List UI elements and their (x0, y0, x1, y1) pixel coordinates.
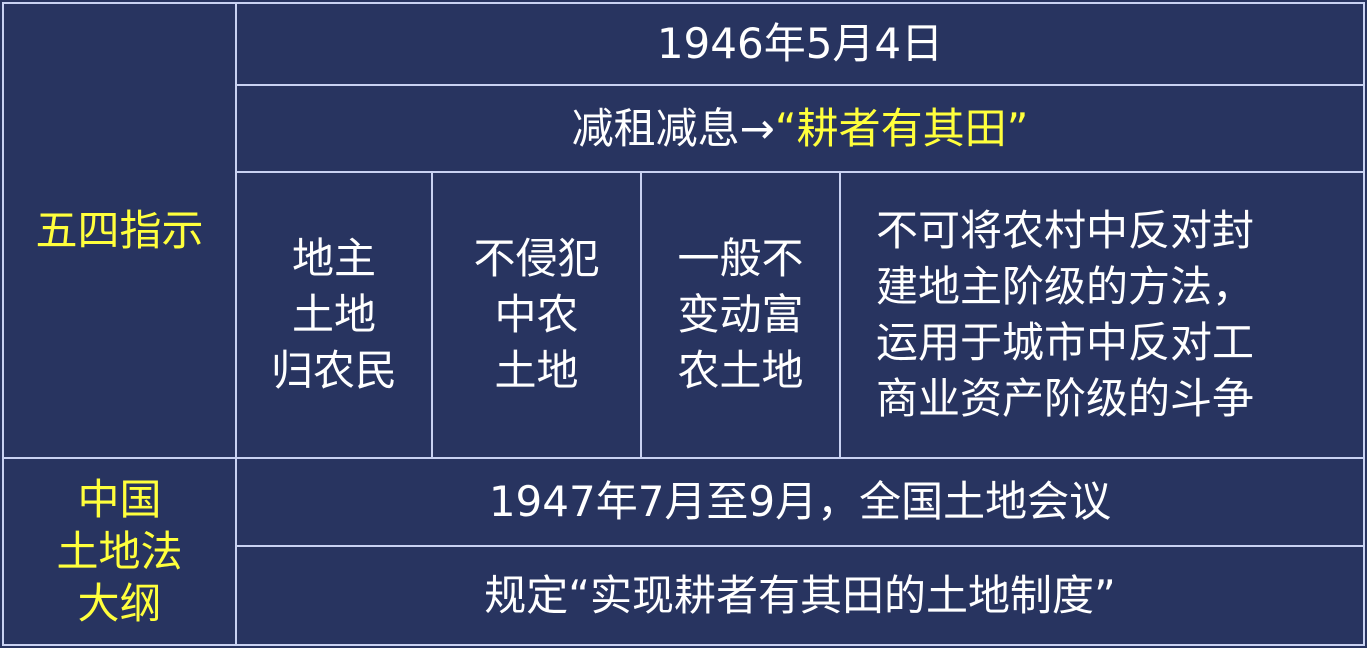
land-law-provision: 规定“实现耕者有其田的土地制度” (484, 570, 1116, 620)
point-cell: 一般不 变动富 农土地 (677, 234, 804, 395)
change-prefix: 减租减息→ (571, 103, 775, 153)
border-bottom (2, 644, 1365, 646)
wusi-change: 减租减息→ “耕者有其田” (237, 86, 1363, 171)
land-law-meeting: 1947年7月至9月，全国土地会议 (488, 477, 1112, 526)
point-cell: 不侵犯 中农 土地 (473, 234, 600, 395)
land-law-label: 中国 土地法 大纲 (56, 474, 183, 628)
divider-col (839, 172, 841, 458)
wusi-label: 五四指示 (35, 205, 204, 255)
change-highlight: “耕者有其田” (774, 103, 1029, 153)
point-cell: 不可将农村中反对封 建地主阶级的方法， 运用于城市中反对工 商业资产阶级的斗争 (876, 206, 1255, 423)
point-cell: 地主 土地 归农民 (270, 234, 397, 395)
border-right (1363, 2, 1365, 646)
wusi-date: 1946年5月4日 (656, 19, 944, 68)
